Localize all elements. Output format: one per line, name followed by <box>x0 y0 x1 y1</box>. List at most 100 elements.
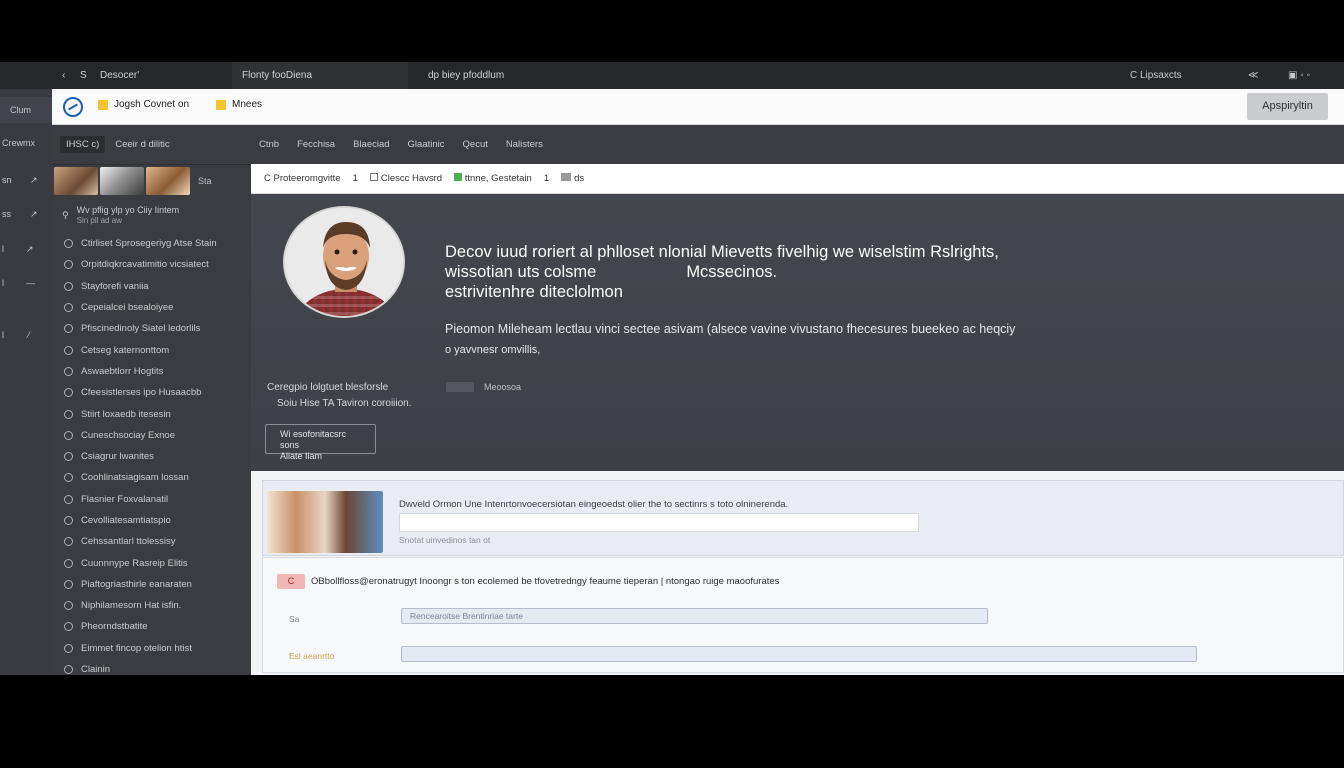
sidebar-filter-pill[interactable]: IHSC c) <box>60 136 106 153</box>
tab-glaatinic[interactable]: Glaatinic <box>408 139 445 150</box>
sidebar-item[interactable]: Ctirliset Sprosegeriyg Atse Stain <box>64 233 249 254</box>
sidebar-item[interactable]: Cfeesistlerses ipo Husaacbb <box>64 382 249 403</box>
thumbnail-image[interactable] <box>146 167 190 195</box>
media-card-subtitle: Snotat uinvedinos tan ot <box>399 535 491 545</box>
rail-item-3[interactable]: ss ↗ <box>0 204 52 224</box>
status-green-icon <box>454 173 463 181</box>
rail-arrow-icon: ↗ <box>26 244 34 254</box>
crumb-sep: 1 <box>352 173 358 184</box>
form-field-2[interactable] <box>401 646 1197 662</box>
apply-button[interactable]: Apspiryltin <box>1247 93 1328 120</box>
main-content: Ctnb Fecchisa Blaeciad Glaatinic Qecut N… <box>251 125 1344 675</box>
sidebar-item[interactable]: Pheorndstbatite <box>64 616 249 637</box>
sidebar-item[interactable]: Niphilamesorn Hat isfin. <box>64 595 249 616</box>
tab-pfoddlum[interactable]: dp biey pfoddlum <box>418 62 514 89</box>
content-tabs: Ctnb Fecchisa Blaeciad Glaatinic Qecut N… <box>251 125 1344 164</box>
hero-meta: Ceregpio lolgtuet blesforsle Soiu Hise T… <box>267 382 412 409</box>
form-label-1: Sa <box>289 614 300 624</box>
circle-icon <box>64 622 73 632</box>
circle-icon <box>64 558 73 568</box>
alert-badge: C <box>277 574 305 589</box>
folder-icon <box>216 99 226 110</box>
sidebar-item[interactable]: Cevolliatesamtiatspio <box>64 510 249 531</box>
rail-item-top[interactable]: Clum <box>0 97 52 123</box>
hero-description: Pieomon Mileheam lectlau vinci sectee as… <box>445 322 1016 356</box>
crumb-gestetain[interactable]: ttnne, Gestetain <box>454 173 532 184</box>
circle-icon <box>64 239 73 249</box>
window-controls-icon[interactable]: ▣ ◦ ◦ <box>1288 62 1310 89</box>
sidebar-item[interactable]: Cehssantlarl ttolessisy <box>64 531 249 552</box>
rail-arrow-icon: ↗ <box>30 209 38 219</box>
circle-icon <box>64 303 73 313</box>
circle-icon <box>64 452 73 462</box>
tab-flonty[interactable]: Flonty fooDiena <box>232 62 408 89</box>
sidebar-item[interactable]: Eimmet fincop otelion htist <box>64 638 249 659</box>
sidebar-item[interactable]: Cetseg katernonttom <box>64 339 249 360</box>
rail-arrow-icon: ↗ <box>30 175 38 185</box>
search-text: Wv pflig ylp yo Ciiy Iintem <box>76 204 180 215</box>
sidebar-item[interactable]: Stayforefi vaniia <box>64 276 249 297</box>
circle-icon <box>64 601 73 611</box>
tab-fecchisa[interactable]: Fecchisa <box>297 139 335 150</box>
sidebar-item[interactable]: Orpitdiqkrcavatimitio vicsiatect <box>64 254 249 275</box>
sidebar-item[interactable]: Coohlinatsiagisam lossan <box>64 467 249 488</box>
left-rail: Clum Crewmx sn ↗ ss ↗ l ↗ l — l ⁄ <box>0 89 52 675</box>
folder-icon <box>98 99 108 110</box>
rail-item-4[interactable]: l ↗ <box>0 239 52 259</box>
tab-desocer[interactable]: Desocer' <box>90 62 149 89</box>
circle-icon <box>64 643 73 653</box>
sidebar-header: IHSC c) Ceeir d dilitic <box>52 125 251 165</box>
thumbnail-image[interactable] <box>54 167 98 195</box>
hero-secondary-button[interactable]: Wi esofonitacsrc sons Aliate Ilam <box>265 424 376 461</box>
crumb-project[interactable]: C Proteeromgvitte <box>264 173 341 184</box>
circle-icon <box>64 494 73 504</box>
sidebar-item[interactable]: Stiirt loxaedb itesesin <box>64 403 249 424</box>
sidebar-item[interactable]: Cuunnnype Rasreip Elitis <box>64 552 249 573</box>
sidebar-item[interactable]: Cepeialcei bsealoiyee <box>64 297 249 318</box>
circle-icon <box>64 473 73 483</box>
rail-item-1[interactable]: Crewmx <box>0 133 52 153</box>
rail-item-5[interactable]: l — <box>0 273 52 293</box>
app-header: Jogsh Covnet on Mnees Apspiryltin <box>52 89 1344 125</box>
media-card: Dwveld Ormon Une Intenrtonvoecersiotan e… <box>262 480 1344 556</box>
form-card: C OBbollfloss@eronatrugyt Inoongr s ton … <box>262 557 1344 673</box>
sidebar-item[interactable]: Aswaebtlorr Hogtits <box>64 361 249 382</box>
media-card-input[interactable] <box>399 513 919 532</box>
collapse-icon[interactable]: ≪ <box>1248 62 1258 89</box>
sidebar-item[interactable]: Csiagrur lwanites <box>64 446 249 467</box>
breadcrumb-1[interactable]: Jogsh Covnet on <box>98 99 189 110</box>
crumb-havsrd[interactable]: Clescc Havsrd <box>369 173 442 184</box>
tab-blaeciad[interactable]: Blaeciad <box>353 139 389 150</box>
app-logo-icon[interactable] <box>63 97 83 117</box>
circle-icon <box>64 516 73 525</box>
circle-icon <box>64 345 73 355</box>
form-label-2: Esl aeanrtto <box>289 651 335 661</box>
crumb-ds[interactable]: ds <box>561 173 584 184</box>
form-field-1[interactable]: Rencearoitse Brentinriae tarte <box>401 608 988 624</box>
tab-ctnb[interactable]: Ctnb <box>259 139 279 150</box>
profile-hero: Decov iuud roriert al phlloset nlonial M… <box>251 194 1344 471</box>
rail-dash-icon: — <box>26 278 35 288</box>
sidebar-search[interactable]: ⚲ Wv pflig ylp yo Ciiy Iintem Sin pll ad… <box>62 201 247 229</box>
breadcrumb-2[interactable]: Mnees <box>216 99 262 110</box>
thumbnail-image[interactable] <box>100 167 144 195</box>
box-icon <box>369 173 378 181</box>
circle-icon <box>64 260 73 270</box>
sidebar-item[interactable]: Piaftogriasthirle eanaraten <box>64 574 249 595</box>
tab-nalisters[interactable]: Nalisters <box>506 139 543 150</box>
sidebar-item[interactable]: Pfiscinedinoly Siatel ledorlils <box>64 318 249 339</box>
sidebar-item[interactable]: Cuneschsociay Exnoe <box>64 425 249 446</box>
updates-label[interactable]: C Lipsaxcts <box>1130 62 1182 89</box>
sidebar-item[interactable]: Clainin <box>64 659 249 675</box>
sidebar-header-label: Ceeir d dilitic <box>115 139 170 150</box>
search-subtext: Sin pll ad aw <box>76 215 122 225</box>
rail-item-2[interactable]: sn ↗ <box>0 170 52 190</box>
media-thumbnail[interactable] <box>267 491 383 553</box>
circle-icon <box>64 537 73 547</box>
sidebar-thumbnails: Sta <box>54 166 249 196</box>
circle-icon <box>64 409 73 419</box>
sidebar-item[interactable]: Flasnier Foxvalanatil <box>64 489 249 510</box>
rail-item-6[interactable]: l ⁄ <box>0 325 52 345</box>
tab-qecut[interactable]: Qecut <box>463 139 488 150</box>
thumbnail-caption: Sta <box>198 176 212 186</box>
